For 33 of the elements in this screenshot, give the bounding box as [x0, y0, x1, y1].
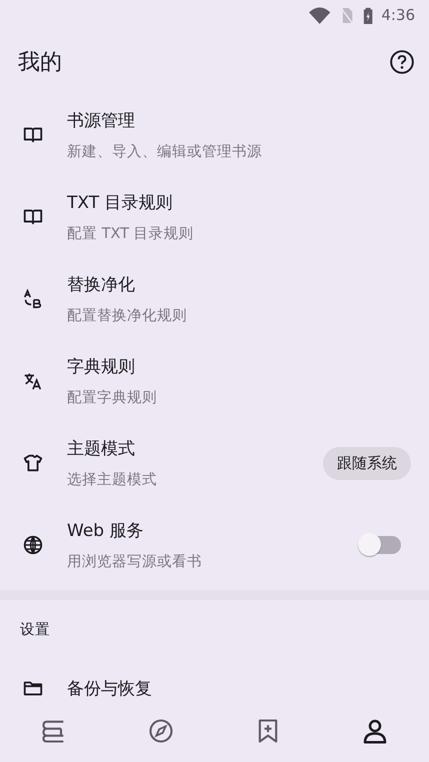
settings-item[interactable]: 替换净化 配置替换净化规则: [0, 258, 429, 340]
item-title: 字典规则: [67, 356, 136, 378]
section-header: 设置: [19, 621, 51, 640]
t-shirt-icon: [22, 452, 44, 474]
theme-mode-chip[interactable]: 跟随系统: [323, 446, 411, 480]
help-button[interactable]: [389, 49, 415, 75]
settings-item[interactable]: Web 服务 用浏览器写源或看书: [0, 504, 429, 586]
toggle-switch[interactable]: [357, 532, 403, 558]
item-subtitle: 配置替换净化规则: [67, 307, 188, 325]
wifi-icon: [308, 6, 330, 24]
item-title: 主题模式: [67, 438, 136, 460]
item-subtitle: 配置 TXT 目录规则: [67, 225, 195, 243]
item-title: 书源管理: [67, 110, 136, 132]
settings-item[interactable]: TXT 目录规则 配置 TXT 目录规则: [0, 176, 429, 258]
settings-item[interactable]: 字典规则 配置字典规则: [0, 340, 429, 422]
swap-icon: [22, 288, 44, 310]
item-subtitle: 选择主题模式: [67, 470, 158, 489]
globe-icon: [22, 534, 44, 556]
no-sim-icon: [340, 6, 354, 24]
item-title: TXT 目录规则: [67, 192, 174, 214]
settings-item[interactable]: 主题模式 选择主题模式 跟随系统: [0, 422, 429, 504]
item-title: 替换净化: [67, 274, 136, 296]
item-title: Web 服务: [67, 520, 144, 542]
compass-icon: [146, 717, 175, 745]
item-subtitle: 用浏览器写源或看书: [67, 553, 203, 571]
page-title: 我的: [18, 49, 62, 77]
clock-time: 4:36: [381, 6, 415, 24]
item-title: 备份与恢复: [67, 678, 153, 700]
item-subtitle: 配置字典规则: [67, 388, 158, 407]
settings-item[interactable]: 书源管理 新建、导入、编辑或管理书源: [0, 94, 429, 176]
settings-item[interactable]: 备份与恢复: [0, 647, 429, 700]
battery-charging-icon: [363, 6, 374, 24]
item-subtitle: 新建、导入、编辑或管理书源: [67, 142, 263, 161]
